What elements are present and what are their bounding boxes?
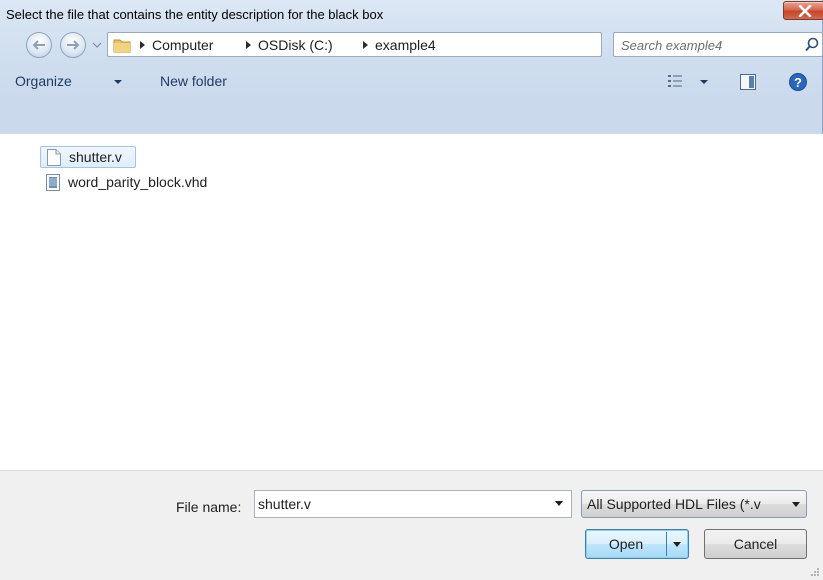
- dialog-footer: File name: All Supported HDL Files (*.v …: [0, 470, 823, 580]
- cancel-button[interactable]: Cancel: [704, 529, 807, 559]
- file-name-combobox[interactable]: [254, 490, 572, 518]
- organize-menu-button[interactable]: Organize: [15, 73, 72, 89]
- navigation-bar: Computer OSDisk (C:) example4: [0, 28, 823, 62]
- close-icon: [798, 5, 812, 17]
- forward-arrow-icon: [67, 40, 80, 50]
- help-icon[interactable]: ?: [789, 73, 807, 91]
- organize-chevron-down-icon[interactable]: [114, 80, 122, 84]
- breadcrumb-osdisk[interactable]: OSDisk (C:): [258, 37, 333, 53]
- text-file-icon: [46, 174, 60, 191]
- file-type-select[interactable]: All Supported HDL Files (*.v: [581, 490, 807, 518]
- back-arrow-icon: [32, 40, 45, 50]
- file-name-chevron-down-icon[interactable]: [555, 501, 563, 506]
- file-name-label: word_parity_block.vhd: [68, 174, 208, 190]
- file-type-chevron-down-icon: [792, 502, 800, 507]
- title-bar: Select the file that contains the entity…: [0, 0, 823, 28]
- breadcrumb-computer[interactable]: Computer: [152, 37, 213, 53]
- close-button[interactable]: [783, 1, 823, 20]
- list-item[interactable]: shutter.v: [40, 146, 136, 168]
- dialog-title: Select the file that contains the entity…: [6, 7, 384, 22]
- breadcrumb-separator-icon: [140, 41, 145, 49]
- file-name-label: shutter.v: [69, 149, 122, 165]
- recent-locations-dropdown-icon[interactable]: [91, 39, 103, 51]
- search-icon[interactable]: [805, 37, 819, 52]
- resize-grip-icon[interactable]: [810, 567, 820, 577]
- new-folder-button[interactable]: New folder: [160, 73, 227, 89]
- list-item[interactable]: word_parity_block.vhd: [40, 172, 240, 194]
- blank-file-icon: [47, 149, 61, 166]
- breadcrumb-separator-icon[interactable]: [363, 41, 368, 49]
- address-bar[interactable]: Computer OSDisk (C:) example4: [107, 32, 703, 57]
- open-options-chevron-down-icon[interactable]: [673, 542, 681, 547]
- file-type-value: All Supported HDL Files (*.v: [587, 496, 761, 512]
- search-input[interactable]: [621, 36, 791, 54]
- open-button-label: Open: [608, 536, 644, 552]
- forward-button[interactable]: [60, 32, 86, 58]
- preview-pane-icon[interactable]: [740, 74, 756, 90]
- command-bar: Organize New folder ?: [0, 62, 823, 94]
- breadcrumb-separator-icon[interactable]: [246, 41, 251, 49]
- change-view-icon[interactable]: [668, 75, 682, 87]
- file-list: shutter.v word_parity_block.vhd: [0, 134, 823, 470]
- file-open-dialog: Select the file that contains the entity…: [0, 0, 823, 580]
- search-box[interactable]: [613, 32, 823, 57]
- breadcrumb-example4[interactable]: example4: [375, 37, 436, 53]
- file-name-input[interactable]: [258, 495, 538, 513]
- view-options-chevron-down-icon[interactable]: [700, 80, 708, 84]
- file-name-label: File name:: [176, 499, 242, 515]
- back-button[interactable]: [26, 32, 52, 58]
- folder-icon: [113, 39, 131, 53]
- svg-text:?: ?: [794, 75, 802, 90]
- open-split-divider: [666, 532, 667, 556]
